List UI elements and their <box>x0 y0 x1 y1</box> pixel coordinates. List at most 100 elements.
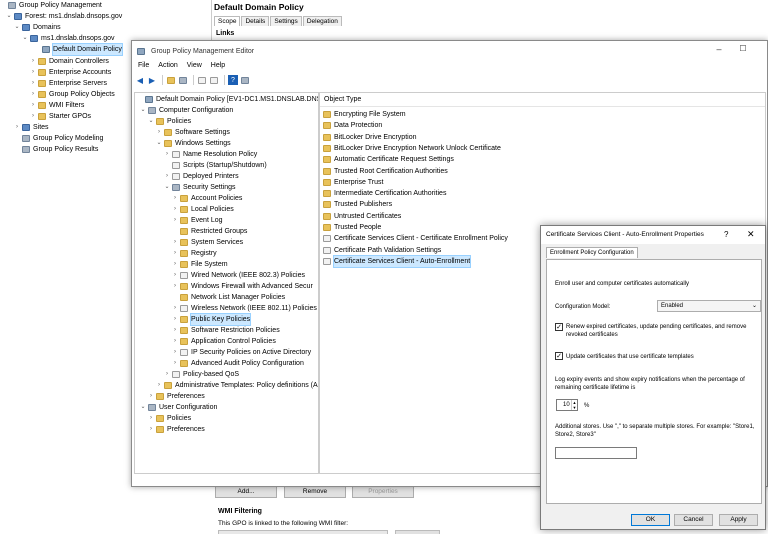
spinner-arrows-icon[interactable]: ▲ ▼ <box>571 400 577 410</box>
collapse-icon[interactable]: › <box>155 380 163 391</box>
editor-tree-item[interactable]: ⌄ User Configuration <box>139 402 217 413</box>
config-model-select[interactable]: Enabled ⌄ <box>657 300 761 312</box>
update-templates-checkbox[interactable]: ✓ <box>555 352 563 360</box>
editor-tree-item[interactable]: › Registry <box>171 248 217 259</box>
dialog-close-icon[interactable]: ✕ <box>747 229 755 240</box>
wmi-filter-select[interactable] <box>218 530 388 534</box>
expand-icon[interactable]: ⌄ <box>155 138 163 149</box>
collapse-icon[interactable]: › <box>147 413 155 424</box>
editor-tree-item[interactable]: › Name Resolution Policy <box>163 149 257 160</box>
collapse-icon[interactable]: › <box>163 369 171 380</box>
additional-stores-input[interactable] <box>555 447 637 459</box>
list-item[interactable]: BitLocker Drive Encryption <box>322 132 416 143</box>
gpm-tree-item[interactable]: Group Policy Modeling <box>13 133 103 144</box>
dialog-help-icon[interactable]: ? <box>724 230 728 239</box>
editor-tree-item[interactable]: ⌄ Windows Settings <box>155 138 231 149</box>
collapse-icon[interactable]: › <box>13 122 21 133</box>
cancel-button[interactable]: Cancel <box>674 514 713 526</box>
collapse-icon[interactable]: › <box>29 56 37 67</box>
gpm-tree-item[interactable]: › Domain Controllers <box>29 56 109 67</box>
export-list-icon[interactable] <box>209 75 219 85</box>
tab-scope[interactable]: Scope <box>214 16 241 26</box>
collapse-icon[interactable]: › <box>171 325 179 336</box>
editor-tree-item[interactable]: › Policies <box>147 413 191 424</box>
collapse-icon[interactable]: › <box>171 347 179 358</box>
list-item[interactable]: Automatic Certificate Request Settings <box>322 154 454 165</box>
collapse-icon[interactable]: › <box>171 248 179 259</box>
add-button[interactable]: Add... <box>215 486 277 498</box>
collapse-icon[interactable]: › <box>171 336 179 347</box>
apply-button[interactable]: Apply <box>719 514 758 526</box>
view-icon[interactable] <box>240 75 250 85</box>
gpm-tree-item[interactable]: › Starter GPOs <box>29 111 91 122</box>
show-tree-icon[interactable] <box>178 75 188 85</box>
editor-tree-item[interactable]: › Event Log <box>171 215 223 226</box>
expand-icon[interactable]: ⌄ <box>5 11 13 22</box>
expiry-percent-spinner[interactable]: 10 ▲ ▼ <box>556 399 578 411</box>
editor-tree-item[interactable]: › Software Restriction Policies <box>171 325 280 336</box>
list-item[interactable]: Trusted Root Certification Authorities <box>322 166 448 177</box>
editor-tree-item[interactable]: Scripts (Startup/Shutdown) <box>163 160 267 171</box>
tab-delegation[interactable]: Delegation <box>302 16 342 26</box>
list-item[interactable]: Untrusted Certificates <box>322 211 401 222</box>
collapse-icon[interactable]: › <box>171 303 179 314</box>
gpm-tree-item[interactable]: › Group Policy Objects <box>29 89 115 100</box>
editor-tree-item[interactable]: Network List Manager Policies <box>171 292 285 303</box>
minimize-icon[interactable]: – <box>712 44 726 54</box>
gpm-tree-item[interactable]: Default Domain Policy <box>33 43 123 57</box>
editor-tree-item[interactable]: › Software Settings <box>155 127 230 138</box>
expand-icon[interactable]: ⌄ <box>139 402 147 413</box>
expand-icon[interactable]: ⌄ <box>139 105 147 116</box>
back-arrow-icon[interactable]: ◀ <box>135 75 145 85</box>
editor-tree-item[interactable]: ⌄ Security Settings <box>163 182 236 193</box>
editor-tree-item[interactable]: › Windows Firewall with Advanced Secur <box>171 281 313 292</box>
editor-tree-item[interactable]: › Preferences <box>147 391 205 402</box>
wmi-open-button[interactable] <box>395 530 440 534</box>
editor-tree-item[interactable]: › Advanced Audit Policy Configuration <box>171 358 304 369</box>
renew-checkbox[interactable]: ✓ <box>555 323 563 331</box>
collapse-icon[interactable]: › <box>147 391 155 402</box>
collapse-icon[interactable]: › <box>171 314 179 325</box>
collapse-icon[interactable]: › <box>29 100 37 111</box>
collapse-icon[interactable]: › <box>155 127 163 138</box>
expand-icon[interactable]: ⌄ <box>13 22 21 33</box>
tab-enrollment-policy-configuration[interactable]: Enrollment Policy Configuration <box>546 247 638 258</box>
list-item[interactable]: Enterprise Trust <box>322 177 383 188</box>
editor-tree-item[interactable]: › Deployed Printers <box>163 171 239 182</box>
gpm-tree-item[interactable]: › WMI Filters <box>29 100 84 111</box>
gpm-tree-item[interactable]: ⌄ Domains <box>13 22 61 33</box>
menu-file[interactable]: File <box>138 62 149 69</box>
collapse-icon[interactable]: › <box>163 171 171 182</box>
gpm-tree-item[interactable]: › Sites <box>13 122 49 133</box>
editor-tree-item[interactable]: › System Services <box>171 237 243 248</box>
collapse-icon[interactable]: › <box>171 204 179 215</box>
list-item[interactable]: Data Protection <box>322 120 382 131</box>
editor-tree-item[interactable]: Default Domain Policy [EV1-DC1.MS1.DNSLA… <box>136 94 318 105</box>
gpm-tree-item[interactable]: › Enterprise Accounts <box>29 67 111 78</box>
properties-button[interactable]: Properties <box>352 486 414 498</box>
editor-tree-item[interactable]: › Application Control Policies <box>171 336 276 347</box>
list-item[interactable]: Encrypting File System <box>322 109 406 120</box>
properties-icon[interactable] <box>197 75 207 85</box>
ok-button[interactable]: OK <box>631 514 670 526</box>
expand-icon[interactable]: ⌄ <box>21 33 29 44</box>
list-item[interactable]: Certificate Services Client - Auto-Enrol… <box>322 254 472 268</box>
collapse-icon[interactable]: › <box>171 270 179 281</box>
editor-tree-item[interactable]: › Wired Network (IEEE 802.3) Policies <box>171 270 305 281</box>
tab-details[interactable]: Details <box>241 16 270 26</box>
editor-tree-item[interactable]: › File System <box>171 259 228 270</box>
expand-icon[interactable]: ⌄ <box>163 182 171 193</box>
menu-view[interactable]: View <box>187 62 202 69</box>
gpm-tree-item[interactable]: ⌄ Forest: ms1.dnslab.dnsops.gov <box>5 11 122 22</box>
collapse-icon[interactable]: › <box>171 215 179 226</box>
collapse-icon[interactable]: › <box>147 424 155 435</box>
list-item[interactable]: Certificate Path Validation Settings <box>322 245 441 256</box>
column-header-object-type[interactable]: Object Type <box>320 93 765 107</box>
editor-tree-item[interactable]: ⌄ Policies <box>147 116 191 127</box>
list-item[interactable]: Intermediate Certification Authorities <box>322 188 446 199</box>
list-item[interactable]: Trusted People <box>322 222 381 233</box>
editor-tree-item[interactable]: › Administrative Templates: Policy defini… <box>155 380 318 391</box>
editor-tree-item[interactable]: › Preferences <box>147 424 205 435</box>
list-item[interactable]: Trusted Publishers <box>322 199 392 210</box>
editor-tree-item[interactable]: › IP Security Policies on Active Director… <box>171 347 311 358</box>
